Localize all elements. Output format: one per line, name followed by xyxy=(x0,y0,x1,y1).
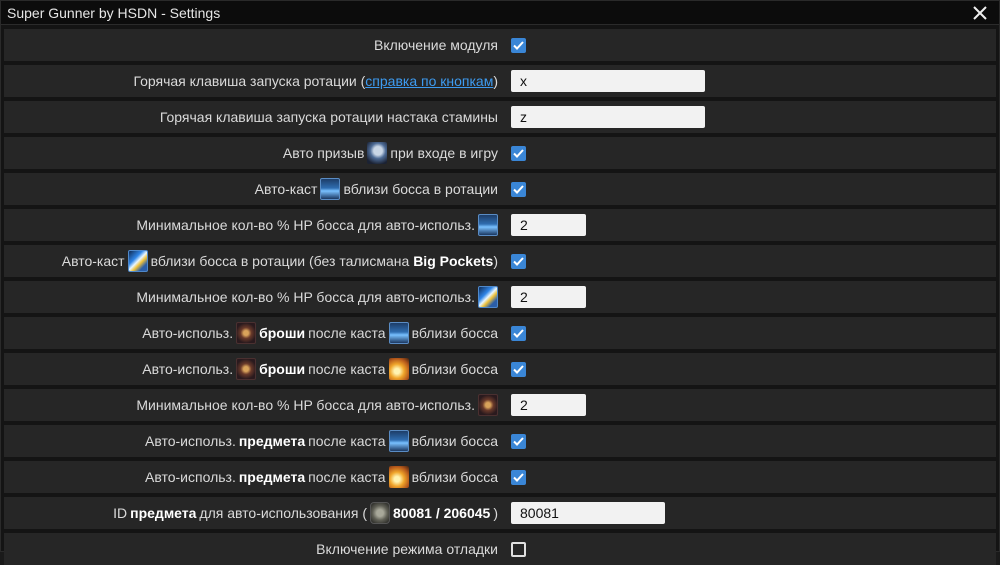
beam-skill-icon xyxy=(127,250,148,272)
setting-label-before: Авто-использ. xyxy=(142,325,234,341)
setting-row-debug-mode: Включение режима отладки xyxy=(4,533,996,565)
brooch-icon xyxy=(236,358,257,380)
brooch-after-wave-checkbox[interactable] xyxy=(511,325,526,341)
enable-module-checkbox[interactable] xyxy=(511,37,526,53)
brooch-icon xyxy=(236,322,257,344)
setting-label-after: вблизи босса xyxy=(411,325,498,341)
setting-row-item-id: ID предмета для авто-использования ( 800… xyxy=(4,497,996,529)
setting-label-bold: предмета xyxy=(238,433,306,449)
setting-label-mid: после каста xyxy=(308,433,386,449)
setting-label-before: Авто-каст xyxy=(254,181,318,197)
summon-icon xyxy=(367,142,388,164)
setting-label-bold: предмета xyxy=(238,469,306,485)
item-ids: 80081 / 206045 xyxy=(393,505,491,521)
item-after-blast-checkbox[interactable] xyxy=(511,469,526,485)
setting-row-autocast-beam: Авто-каст вблизи босса в ротации (без та… xyxy=(4,245,996,277)
setting-label-after: при входе в игру xyxy=(390,145,498,161)
setting-row-item-after-wave: Авто-использ. предмета после каста вблиз… xyxy=(4,425,996,457)
brooch-icon xyxy=(478,394,498,416)
min-hp-brooch-input[interactable] xyxy=(511,394,586,416)
setting-row-item-after-blast: Авто-использ. предмета после каста вблиз… xyxy=(4,461,996,493)
checkmark-icon xyxy=(513,148,524,158)
close-icon xyxy=(973,6,987,20)
setting-label-after: вблизи босса в ротации xyxy=(343,181,498,197)
setting-label-after: ) xyxy=(493,505,498,521)
setting-row-min-hp-brooch: Минимальное кол-во % HP босса для авто-и… xyxy=(4,389,996,421)
setting-label: Горячая клавиша запуска ротации (справка… xyxy=(133,73,498,89)
checkmark-icon xyxy=(513,40,524,50)
setting-label-after: вблизи босса xyxy=(411,469,498,485)
checkmark-icon xyxy=(513,256,524,266)
stamina-hotkey-input[interactable] xyxy=(511,106,705,128)
checkmark-icon xyxy=(513,184,524,194)
setting-label: Минимальное кол-во % HP босса для авто-и… xyxy=(136,397,475,413)
min-hp-beam-input[interactable] xyxy=(511,286,586,308)
setting-label-before: Авто-использ. xyxy=(142,361,234,377)
wave-skill-icon xyxy=(320,178,341,200)
setting-row-brooch-after-wave: Авто-использ. броши после каста вблизи б… xyxy=(4,317,996,349)
setting-label: Минимальное кол-во % HP босса для авто-и… xyxy=(136,289,475,305)
setting-row-stamina-hotkey: Горячая клавиша запуска ротации настака … xyxy=(4,101,996,133)
setting-label-mid: после каста xyxy=(308,361,386,377)
beam-skill-icon xyxy=(478,286,498,308)
close-button[interactable] xyxy=(971,4,989,22)
setting-label: Минимальное кол-во % HP босса для авто-и… xyxy=(136,217,475,233)
setting-label-mid: после каста xyxy=(308,325,386,341)
debug-mode-checkbox[interactable] xyxy=(511,541,526,557)
setting-label-after: вблизи босса в ротации (без талисмана Bi… xyxy=(150,253,498,269)
checkmark-icon xyxy=(513,436,524,446)
title-bar[interactable]: Super Gunner by HSDN - Settings xyxy=(1,1,999,25)
checkmark-icon xyxy=(513,328,524,338)
checkmark-icon xyxy=(513,364,524,374)
wave-skill-icon xyxy=(478,214,498,236)
item-id-input[interactable] xyxy=(511,502,665,524)
item-icon xyxy=(370,502,390,524)
item-after-wave-checkbox[interactable] xyxy=(511,433,526,449)
setting-label-after: вблизи босса xyxy=(411,433,498,449)
setting-label: Горячая клавиша запуска ротации настака … xyxy=(159,109,498,125)
setting-row-auto-summon: Авто призыв при входе в игру xyxy=(4,137,996,169)
setting-label: Включение режима отладки xyxy=(316,541,498,557)
setting-label-bold: броши xyxy=(259,325,306,341)
setting-label-before: Авто-использ. xyxy=(145,433,236,449)
setting-label-before: ID xyxy=(113,505,128,521)
auto-summon-checkbox[interactable] xyxy=(511,145,526,161)
setting-row-min-hp-wave: Минимальное кол-во % HP босса для авто-и… xyxy=(4,209,996,241)
brooch-after-blast-checkbox[interactable] xyxy=(511,361,526,377)
min-hp-wave-input[interactable] xyxy=(511,214,586,236)
autocast-wave-checkbox[interactable] xyxy=(511,181,526,197)
setting-row-brooch-after-blast: Авто-использ. броши после каста вблизи б… xyxy=(4,353,996,385)
settings-window: Super Gunner by HSDN - Settings Включени… xyxy=(0,0,1000,565)
setting-row-rotation-hotkey: Горячая клавиша запуска ротации (справка… xyxy=(4,65,996,97)
settings-list: Включение модуля Горячая клавиша запуска… xyxy=(1,25,999,565)
setting-label: Включение модуля xyxy=(373,37,498,53)
checkmark-icon xyxy=(513,472,524,482)
setting-label-mid: после каста xyxy=(308,469,386,485)
blast-skill-icon xyxy=(388,466,409,488)
wave-skill-icon xyxy=(388,322,409,344)
blast-skill-icon xyxy=(388,358,409,380)
setting-label-before: Авто-каст xyxy=(61,253,125,269)
setting-row-autocast-wave: Авто-каст вблизи босса в ротации xyxy=(4,173,996,205)
autocast-beam-checkbox[interactable] xyxy=(511,253,526,269)
setting-label-bold: предмета xyxy=(130,505,197,521)
window-title: Super Gunner by HSDN - Settings xyxy=(7,4,221,21)
key-help-link[interactable]: справка по кнопкам xyxy=(365,73,493,89)
wave-skill-icon xyxy=(388,430,409,452)
setting-label-after: вблизи босса xyxy=(411,361,498,377)
setting-label-before: Авто-использ. xyxy=(145,469,236,485)
setting-row-enable-module: Включение модуля xyxy=(4,29,996,61)
setting-label-before: Авто призыв xyxy=(282,145,365,161)
setting-label-mid: для авто-использования ( xyxy=(199,505,367,521)
rotation-hotkey-input[interactable] xyxy=(511,70,705,92)
setting-row-min-hp-beam: Минимальное кол-во % HP босса для авто-и… xyxy=(4,281,996,313)
setting-label-bold: броши xyxy=(259,361,306,377)
